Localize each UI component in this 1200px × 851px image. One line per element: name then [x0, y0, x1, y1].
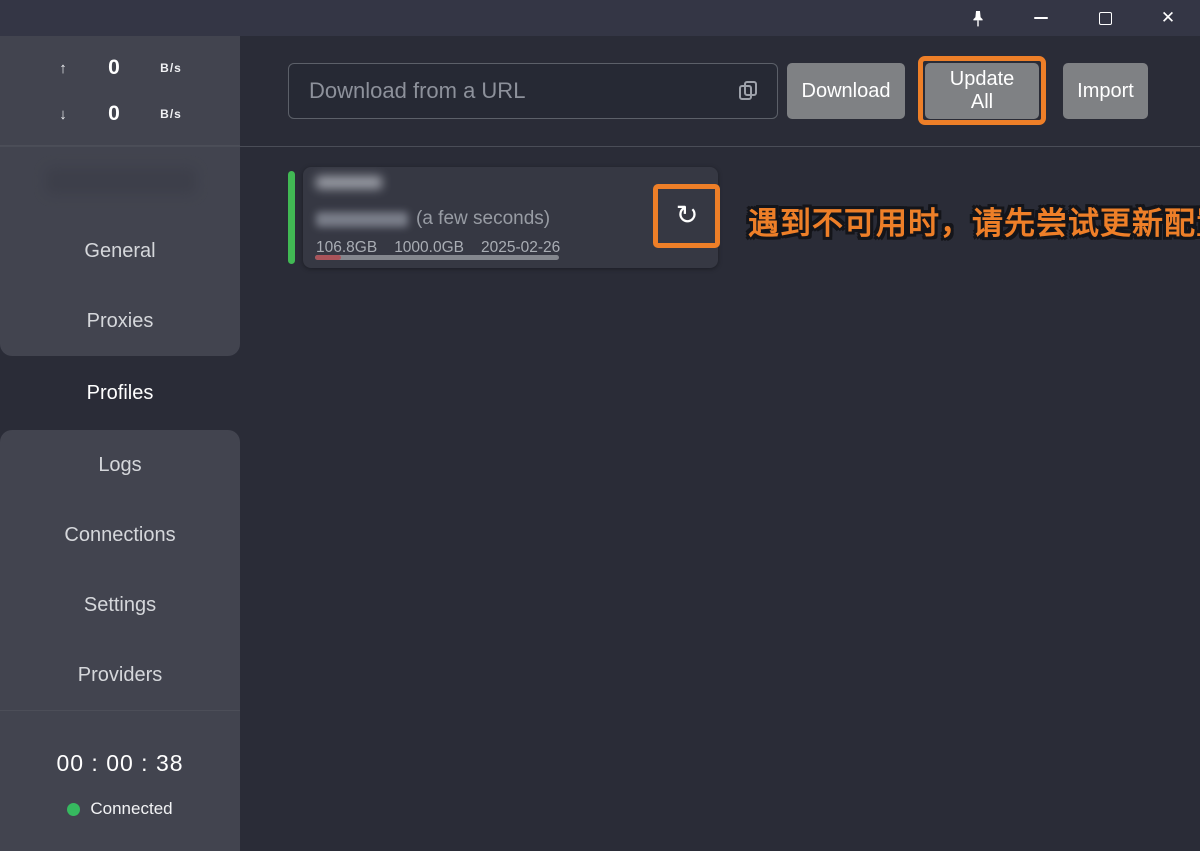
maximize-button[interactable] [1082, 0, 1128, 36]
sidebar-bottom-panel: Logs Connections Settings Providers 00 :… [0, 430, 240, 851]
copy-icon[interactable] [737, 79, 761, 103]
profile-card[interactable]: (a few seconds) 106.8GB 1000.0GB 2025-02… [303, 167, 718, 268]
profile-active-indicator [288, 171, 295, 264]
upload-value: 0 [85, 56, 143, 80]
url-input-wrapper [288, 63, 778, 119]
app-logo-area [0, 146, 240, 220]
profile-url-censored [316, 212, 408, 227]
refresh-icon: ↻ [676, 200, 699, 230]
status-label: Connected [90, 799, 172, 819]
download-speed: ↓ 0 B/s [0, 102, 240, 126]
download-button[interactable]: Download [787, 63, 905, 119]
minimize-icon [1034, 17, 1048, 19]
maximize-icon [1099, 12, 1112, 25]
minimize-button[interactable] [1018, 0, 1064, 36]
sidebar: ↑ 0 B/s ↓ 0 B/s General Proxies Profiles [0, 36, 240, 851]
sidebar-item-connections[interactable]: Connections [0, 500, 240, 570]
annotation-text: 遇到不可用时，请先尝试更新配置 [748, 198, 1200, 243]
pin-icon[interactable] [955, 0, 1001, 36]
uptime-timer: 00 : 00 : 38 [0, 750, 240, 777]
sidebar-top-panel: ↑ 0 B/s ↓ 0 B/s General Proxies [0, 36, 240, 356]
profile-progress-fill [315, 255, 341, 260]
sidebar-item-providers[interactable]: Providers [0, 640, 240, 710]
traffic-panel: ↑ 0 B/s ↓ 0 B/s [0, 36, 240, 146]
sidebar-item-general[interactable]: General [0, 216, 240, 286]
profile-updated-ago: (a few seconds) [416, 208, 550, 230]
sidebar-item-logs[interactable]: Logs [0, 430, 240, 500]
connection-status: Connected [0, 799, 240, 819]
profile-subtitle: (a few seconds) [316, 207, 550, 231]
update-all-button[interactable]: Update All [925, 63, 1039, 119]
sidebar-item-profiles[interactable]: Profiles [0, 356, 240, 430]
refresh-profile-button[interactable]: ↻ [661, 189, 713, 241]
status-dot-icon [67, 803, 80, 816]
download-value: 0 [85, 102, 143, 126]
download-arrow-icon: ↓ [41, 106, 85, 123]
censored-logo [46, 168, 196, 194]
pushpin-icon [970, 10, 986, 27]
url-input[interactable] [309, 78, 737, 104]
download-unit: B/s [143, 107, 199, 121]
sidebar-footer: 00 : 00 : 38 Connected [0, 710, 240, 819]
upload-unit: B/s [143, 61, 199, 75]
close-button[interactable]: ✕ [1145, 0, 1191, 36]
header-divider [0, 146, 1200, 147]
profile-progress-bar [315, 255, 559, 260]
upload-speed: ↑ 0 B/s [0, 56, 240, 80]
profile-name-censored [316, 176, 382, 189]
app-window: ✕ ↑ 0 B/s ↓ 0 B/s General [0, 0, 1200, 851]
sidebar-item-proxies[interactable]: Proxies [0, 286, 240, 356]
sidebar-item-settings[interactable]: Settings [0, 570, 240, 640]
close-icon: ✕ [1161, 8, 1175, 28]
upload-arrow-icon: ↑ [41, 60, 85, 77]
import-button[interactable]: Import [1063, 63, 1148, 119]
title-bar: ✕ [0, 0, 1200, 36]
